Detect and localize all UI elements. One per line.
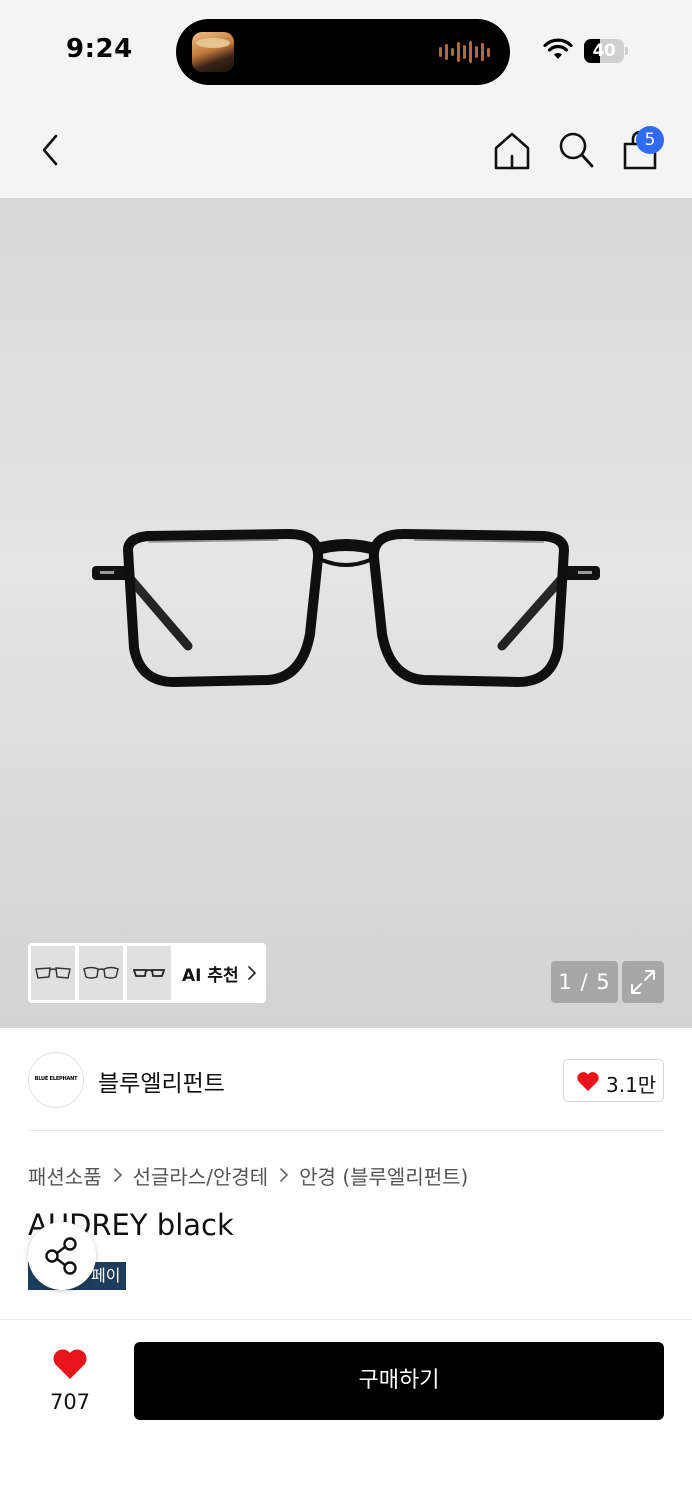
cart-count-badge: 5 [636, 126, 664, 154]
brand-like-button[interactable]: 3.1만 [563, 1059, 664, 1102]
dynamic-island[interactable] [176, 19, 510, 85]
audio-waveform-icon [439, 41, 490, 63]
brand-name[interactable]: 블루엘리펀트 [98, 1064, 225, 1098]
home-icon[interactable] [492, 130, 532, 172]
divider [28, 1130, 664, 1131]
search-icon[interactable] [556, 130, 596, 170]
recommend-thumbnail[interactable] [79, 946, 123, 1000]
heart-icon [53, 1349, 87, 1379]
recommend-thumbnail[interactable] [127, 946, 171, 1000]
wishlist-button[interactable]: 707 [40, 1346, 100, 1416]
wishlist-count: 707 [49, 1390, 91, 1414]
now-playing-artwork [192, 32, 234, 72]
status-bar: 9:24 40 [0, 0, 692, 100]
product-image-glasses [92, 529, 600, 687]
brand-logo[interactable]: BLUE ELEPHANT [28, 1052, 84, 1108]
brand-row[interactable]: BLUE ELEPHANT 블루엘리펀트 3.1만 [0, 1030, 692, 1130]
product-image-gallery[interactable]: AI 추천 1 / 5 [0, 198, 692, 1028]
wifi-icon [543, 38, 573, 59]
ai-recommend-strip[interactable]: AI 추천 [28, 943, 266, 1003]
chevron-right-icon [113, 1168, 122, 1182]
chevron-right-icon [248, 966, 257, 980]
purchase-bar: 707 구매하기 [0, 1319, 692, 1500]
status-time: 9:24 [66, 34, 133, 64]
brand-like-count: 3.1만 [606, 1073, 657, 1097]
breadcrumb: 패션소품 선글라스/안경테 안경 (블루엘리펀트) [28, 1160, 468, 1190]
breadcrumb-item[interactable]: 패션소품 [28, 1161, 102, 1190]
expand-icon[interactable] [622, 961, 664, 1003]
breadcrumb-item[interactable]: 안경 (블루엘리펀트) [299, 1161, 468, 1190]
top-navigation [0, 100, 692, 198]
battery-icon: 40 [584, 39, 628, 63]
brand-logo-text: BLUE ELEPHANT [34, 1076, 78, 1082]
back-chevron-icon[interactable] [34, 130, 66, 170]
breadcrumb-item[interactable]: 선글라스/안경테 [133, 1161, 269, 1190]
heart-icon [577, 1072, 599, 1091]
image-page-counter: 1 / 5 [551, 961, 618, 1003]
battery-level: 40 [592, 41, 616, 61]
chevron-right-icon [280, 1168, 289, 1182]
share-icon[interactable] [28, 1222, 96, 1290]
buy-button[interactable]: 구매하기 [134, 1342, 664, 1420]
ai-recommend-label[interactable]: AI 추천 [182, 961, 239, 986]
recommend-thumbnail[interactable] [31, 946, 75, 1000]
